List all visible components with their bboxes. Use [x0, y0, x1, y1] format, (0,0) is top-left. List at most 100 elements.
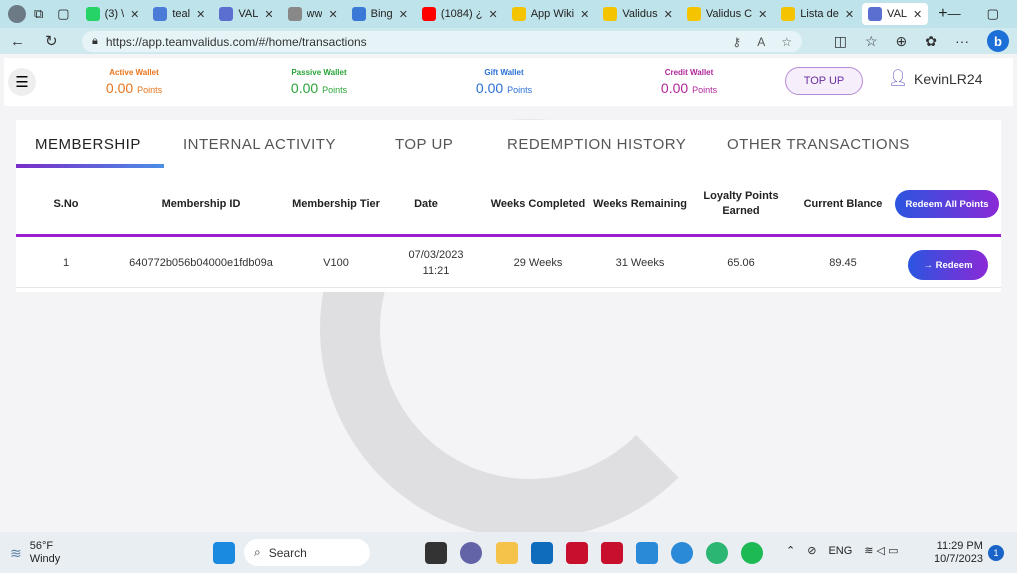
taskbar-search[interactable]: ⌕ Search	[244, 539, 370, 566]
collections-icon[interactable]: ⊕	[896, 33, 908, 50]
top-up-button[interactable]: TOP UP	[785, 67, 863, 95]
hamburger-menu-icon[interactable]: ☰	[8, 68, 36, 96]
chevron-up-icon[interactable]: ⌃	[786, 544, 795, 557]
network-status-icon[interactable]: ⊘	[807, 544, 816, 557]
wallet-amount: 0.00	[475, 80, 504, 96]
user-profile[interactable]: 👤︎ KevinLR24	[888, 70, 983, 88]
close-tab-icon[interactable]: ✕	[130, 8, 139, 21]
wifi-volume-battery-icon[interactable]: ≋ ◁ ▭	[864, 544, 898, 557]
mcafee-icon[interactable]	[601, 542, 623, 564]
wallet-label: Gift Wallet	[484, 68, 524, 77]
tab-top-up[interactable]: TOP UP	[395, 136, 453, 153]
close-tab-icon[interactable]: ✕	[399, 8, 408, 21]
close-tab-icon[interactable]: ✕	[328, 8, 337, 21]
more-menu-icon[interactable]: ···	[955, 33, 969, 49]
tab-favicon-icon	[686, 7, 701, 21]
profile-icon[interactable]	[8, 5, 26, 23]
close-tab-icon[interactable]: ✕	[845, 8, 854, 21]
browser-tab[interactable]: Lista de ✕	[775, 3, 860, 25]
language-indicator[interactable]: ENG	[828, 545, 852, 557]
cell-date: 07/03/2023 11:21	[396, 238, 476, 288]
browser-tab[interactable]: Validus ✕	[597, 3, 678, 25]
col-date: Date	[414, 197, 438, 210]
close-tab-icon[interactable]: ✕	[913, 8, 922, 21]
tab-membership[interactable]: MEMBERSHIP	[35, 136, 141, 153]
col-membership-id: Membership ID	[161, 197, 241, 210]
wallet-amount: 0.00	[290, 80, 319, 96]
tab-label: (1084) ¿	[440, 8, 483, 20]
browser-tab[interactable]: (1084) ¿ ✕	[416, 3, 504, 25]
key-icon[interactable]: ⚷	[732, 35, 741, 49]
clock[interactable]: 11:29 PM 10/7/2023	[934, 540, 983, 566]
wallet-unit: Points	[137, 85, 163, 95]
tab-label: teal	[172, 8, 191, 20]
redeem-all-points-button[interactable]: Redeem All Points	[895, 190, 999, 218]
tab-favicon-icon	[511, 7, 526, 21]
refresh-icon[interactable]: ↻	[45, 32, 58, 50]
wallet-value: 0.00 Points	[629, 80, 749, 96]
browser-tab[interactable]: App Wiki ✕	[506, 3, 596, 25]
back-icon[interactable]: ←	[10, 33, 25, 50]
tab-redemption-history[interactable]: REDEMPTION HISTORY	[507, 136, 686, 153]
store-icon[interactable]	[531, 542, 553, 564]
close-tab-icon[interactable]: ✕	[580, 8, 589, 21]
spotify-icon[interactable]	[741, 542, 763, 564]
edge-browser-icon[interactable]	[706, 542, 728, 564]
browser-tab[interactable]: ww ✕	[282, 3, 344, 25]
close-tab-icon[interactable]: ✕	[664, 8, 673, 21]
cell-date-day: 07/03/2023	[408, 249, 464, 261]
browser-tab[interactable]: Validus C ✕	[681, 3, 773, 25]
browser-tab[interactable]: teal ✕	[147, 3, 211, 25]
new-tab-button[interactable]: +	[938, 5, 947, 23]
col-membership-tier: Membership Tier	[292, 197, 380, 210]
user-icon: 👤︎	[888, 70, 909, 87]
col-loyalty-points: Loyalty Points Earned	[703, 190, 779, 217]
workspaces-icon[interactable]: ⧉	[34, 6, 43, 22]
favorites-icon[interactable]: ☆	[865, 33, 878, 50]
wallet-amount: 0.00	[105, 80, 134, 96]
favorite-star-icon[interactable]: ☆	[781, 35, 792, 49]
notification-badge[interactable]: 1	[988, 545, 1004, 561]
meu-app-icon[interactable]	[636, 542, 658, 564]
weather-widget[interactable]: ≋ 56°F Windy	[10, 540, 60, 566]
url-field[interactable]: 🔒︎ https://app.teamvalidus.com/#/home/tr…	[82, 31, 802, 52]
bing-copilot-icon[interactable]: b	[987, 30, 1009, 52]
browser-tab[interactable]: Bing ✕	[346, 3, 414, 25]
tab-actions-icon[interactable]: ▢	[57, 6, 69, 22]
tab-favicon-icon	[603, 7, 618, 21]
tab-other-transactions[interactable]: OTHER TRANSACTIONS	[727, 136, 910, 153]
minimize-button[interactable]: —	[948, 6, 961, 22]
taskbar: ≋ 56°F Windy ⌕ Search ⌃ ⊘ ENG ≋ ◁ ▭ 11:2…	[0, 532, 1017, 573]
task-view-icon[interactable]	[425, 542, 447, 564]
file-explorer-icon[interactable]	[496, 542, 518, 564]
extensions-icon[interactable]: ✿	[925, 33, 937, 50]
cell-date-time: 11:21	[422, 265, 450, 277]
browser-tab[interactable]: VAL ✕	[213, 3, 279, 25]
maximize-button[interactable]: ▢	[987, 6, 999, 22]
read-aloud-icon[interactable]: A	[757, 35, 765, 49]
close-tab-icon[interactable]: ✕	[196, 8, 205, 21]
close-tab-icon[interactable]: ✕	[758, 8, 767, 21]
cell-tier: V100	[323, 257, 349, 269]
help-app-icon[interactable]	[671, 542, 693, 564]
tab-internal-activity[interactable]: INTERNAL ACTIVITY	[183, 136, 336, 153]
wallet-value: 0.00 Points	[259, 80, 379, 96]
redeem-button[interactable]: → Redeem	[908, 250, 988, 280]
cell-loyalty-points: 65.06	[727, 257, 755, 269]
windows-start-icon[interactable]	[213, 542, 235, 564]
lock-icon[interactable]: 🔒︎	[92, 35, 98, 48]
close-tab-icon[interactable]: ✕	[488, 8, 497, 21]
wallet-label: Passive Wallet	[291, 68, 347, 77]
split-screen-icon[interactable]: ◫	[834, 33, 847, 50]
bank-app-icon[interactable]	[566, 542, 588, 564]
wallet-passive-wallet: Passive Wallet 0.00 Points	[259, 68, 379, 96]
browser-tab[interactable]: VAL ✕	[862, 3, 929, 25]
cell-current-balance: 89.45	[829, 257, 857, 269]
browser-tab[interactable]: (3) \ ✕	[80, 3, 146, 25]
wallet-credit-wallet: Credit Wallet 0.00 Points	[629, 68, 749, 96]
close-tab-icon[interactable]: ✕	[264, 8, 273, 21]
search-label: Search	[268, 545, 307, 560]
teams-icon[interactable]	[460, 542, 482, 564]
active-tab-indicator	[16, 164, 164, 168]
col-sno: S.No	[53, 197, 79, 210]
